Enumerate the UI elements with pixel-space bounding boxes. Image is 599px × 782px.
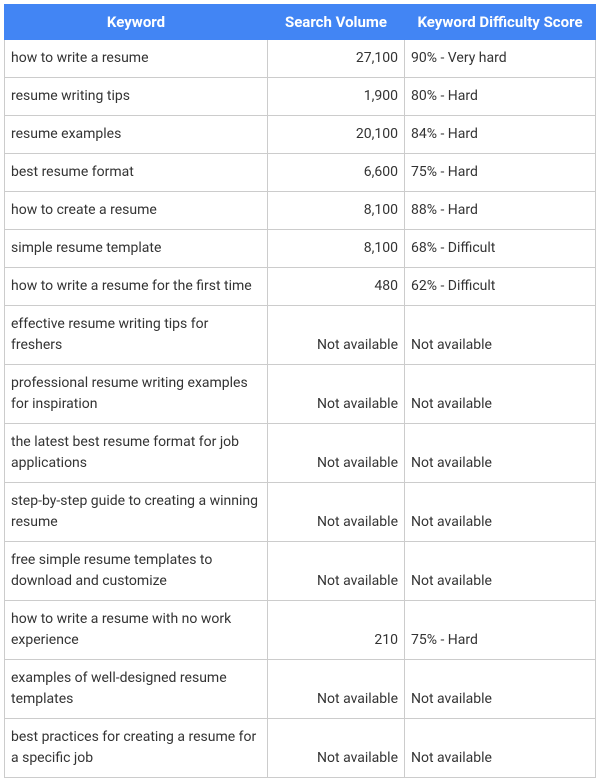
- table-row: free simple resume templates to download…: [5, 542, 596, 601]
- cell-volume: 1,900: [268, 78, 405, 116]
- cell-volume: 20,100: [268, 116, 405, 154]
- table-row: how to write a resume for the first time…: [5, 268, 596, 306]
- header-keyword: Keyword: [5, 5, 268, 40]
- table-row: resume writing tips1,90080% - Hard: [5, 78, 596, 116]
- table-header-row: Keyword Search Volume Keyword Difficulty…: [5, 5, 596, 40]
- cell-difficulty: 80% - Hard: [405, 78, 596, 116]
- cell-difficulty: Not available: [405, 719, 596, 778]
- cell-keyword: how to write a resume with no work exper…: [5, 601, 268, 660]
- table-row: resume examples20,10084% - Hard: [5, 116, 596, 154]
- cell-volume: 6,600: [268, 154, 405, 192]
- header-volume: Search Volume: [268, 5, 405, 40]
- cell-difficulty: Not available: [405, 542, 596, 601]
- cell-volume: 27,100: [268, 40, 405, 78]
- cell-keyword: how to write a resume for the first time: [5, 268, 268, 306]
- cell-volume: 8,100: [268, 230, 405, 268]
- cell-keyword: how to write a resume: [5, 40, 268, 78]
- table-row: professional resume writing examples for…: [5, 365, 596, 424]
- cell-keyword: simple resume template: [5, 230, 268, 268]
- cell-keyword: examples of well-designed resume templat…: [5, 660, 268, 719]
- cell-volume: Not available: [268, 424, 405, 483]
- cell-keyword: best resume format: [5, 154, 268, 192]
- cell-volume: Not available: [268, 483, 405, 542]
- cell-keyword: step-by-step guide to creating a winning…: [5, 483, 268, 542]
- cell-volume: 8,100: [268, 192, 405, 230]
- cell-volume: Not available: [268, 719, 405, 778]
- cell-keyword: free simple resume templates to download…: [5, 542, 268, 601]
- table-row: step-by-step guide to creating a winning…: [5, 483, 596, 542]
- table-row: how to write a resume27,10090% - Very ha…: [5, 40, 596, 78]
- cell-keyword: resume writing tips: [5, 78, 268, 116]
- cell-keyword: professional resume writing examples for…: [5, 365, 268, 424]
- cell-volume: Not available: [268, 306, 405, 365]
- cell-volume: Not available: [268, 542, 405, 601]
- cell-keyword: how to create a resume: [5, 192, 268, 230]
- cell-keyword: resume examples: [5, 116, 268, 154]
- header-difficulty: Keyword Difficulty Score: [405, 5, 596, 40]
- cell-difficulty: 75% - Hard: [405, 154, 596, 192]
- cell-difficulty: Not available: [405, 365, 596, 424]
- cell-volume: 210: [268, 601, 405, 660]
- cell-keyword: the latest best resume format for job ap…: [5, 424, 268, 483]
- table-row: best practices for creating a resume for…: [5, 719, 596, 778]
- cell-difficulty: Not available: [405, 660, 596, 719]
- cell-difficulty: 88% - Hard: [405, 192, 596, 230]
- cell-volume: Not available: [268, 660, 405, 719]
- keyword-table: Keyword Search Volume Keyword Difficulty…: [4, 4, 596, 778]
- cell-difficulty: 75% - Hard: [405, 601, 596, 660]
- table-row: how to create a resume8,10088% - Hard: [5, 192, 596, 230]
- table-row: simple resume template8,10068% - Difficu…: [5, 230, 596, 268]
- cell-difficulty: Not available: [405, 424, 596, 483]
- cell-keyword: effective resume writing tips for freshe…: [5, 306, 268, 365]
- cell-keyword: best practices for creating a resume for…: [5, 719, 268, 778]
- cell-difficulty: Not available: [405, 483, 596, 542]
- cell-difficulty: 90% - Very hard: [405, 40, 596, 78]
- cell-volume: Not available: [268, 365, 405, 424]
- cell-difficulty: 68% - Difficult: [405, 230, 596, 268]
- table-row: best resume format6,60075% - Hard: [5, 154, 596, 192]
- table-row: the latest best resume format for job ap…: [5, 424, 596, 483]
- cell-difficulty: 62% - Difficult: [405, 268, 596, 306]
- cell-difficulty: Not available: [405, 306, 596, 365]
- table-row: effective resume writing tips for freshe…: [5, 306, 596, 365]
- table-row: examples of well-designed resume templat…: [5, 660, 596, 719]
- cell-difficulty: 84% - Hard: [405, 116, 596, 154]
- table-row: how to write a resume with no work exper…: [5, 601, 596, 660]
- cell-volume: 480: [268, 268, 405, 306]
